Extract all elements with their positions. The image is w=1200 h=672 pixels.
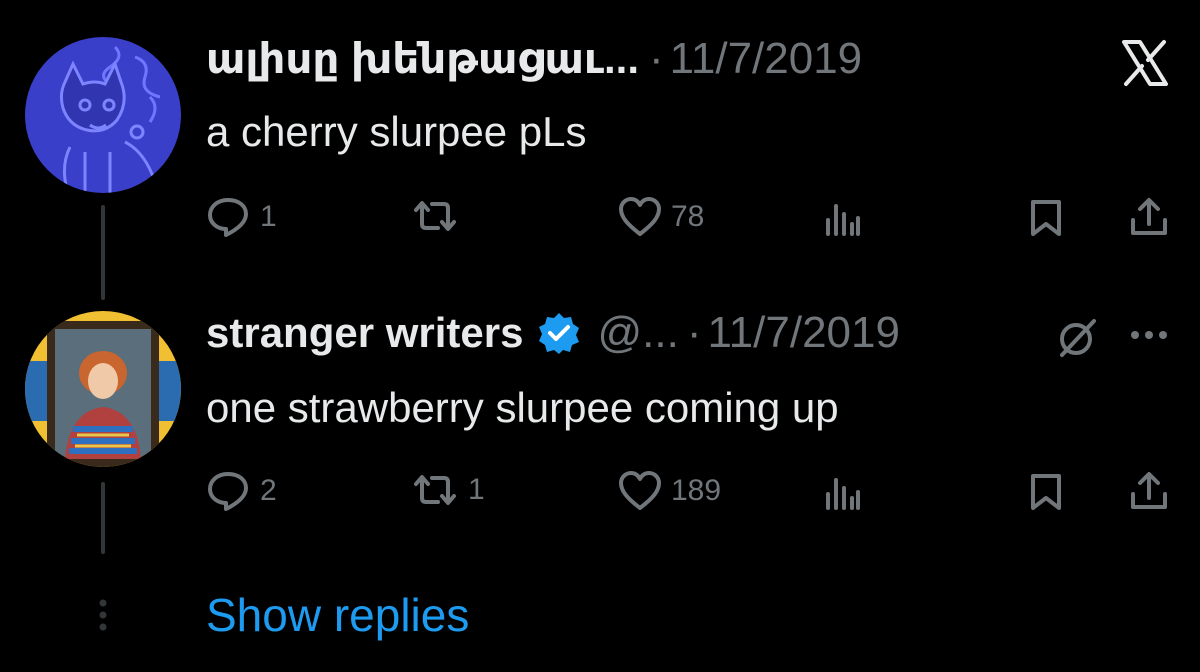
ellipsis-icon: [1131, 331, 1167, 339]
share-icon: [1131, 472, 1167, 509]
heart-icon: [617, 196, 663, 238]
share-icon: [1131, 198, 1167, 235]
tweet-2-text: one strawberry slurpee coming up: [206, 384, 839, 431]
tweet-2-reply-count: 2: [260, 474, 277, 507]
tweet-2-author-name[interactable]: stranger writers: [206, 308, 523, 358]
views-chart-icon: [826, 204, 860, 236]
tweet-1-text: a cherry slurpee pLs: [206, 108, 587, 155]
tweet-1-retweet-button[interactable]: [410, 196, 468, 236]
retweet-icon: [410, 470, 460, 510]
tweet-2-separator: ·: [686, 308, 702, 357]
tweet-1-views-button[interactable]: [822, 200, 862, 236]
tweet-2-share-button[interactable]: [1128, 470, 1170, 512]
verified-badge-icon: [537, 311, 581, 355]
tweet-2-like-count: 189: [671, 474, 722, 507]
tweet-1-reply-count: 1: [260, 200, 277, 233]
grok-button[interactable]: [1054, 315, 1100, 361]
tweet-1-avatar[interactable]: [25, 37, 181, 193]
bookmark-icon: [1031, 474, 1061, 510]
close-button[interactable]: [1120, 38, 1170, 88]
tweet-1-author-name[interactable]: ալիսը խենթացաւ...: [206, 34, 639, 84]
tweet-2-date[interactable]: 11/7/2019: [707, 308, 899, 358]
tweet-2-handle[interactable]: @...: [597, 308, 678, 358]
bookmark-icon: [1031, 200, 1061, 236]
tweet-1-like-button[interactable]: 78: [617, 196, 704, 238]
tweet-1-header: ալիսը խենթացաւ... · 11/7/2019: [206, 34, 862, 84]
cartoon-cat-avatar-icon: [25, 37, 181, 193]
vertical-dots-icon: [97, 598, 109, 632]
tweet-1-like-count: 78: [671, 200, 705, 233]
heart-icon: [617, 470, 663, 512]
thread-line-1: [101, 205, 105, 300]
tweet-2-views-button[interactable]: [822, 474, 862, 510]
views-chart-icon: [826, 478, 860, 510]
tweet-1-separator: ·: [649, 34, 664, 83]
reply-icon: [206, 196, 252, 238]
tweet-2-like-button[interactable]: 189: [617, 470, 721, 512]
more-options-button[interactable]: [1128, 328, 1170, 342]
portrait-avatar-icon: [25, 311, 181, 467]
tweet-1-bookmark-button[interactable]: [1028, 198, 1064, 238]
tweet-2-bookmark-button[interactable]: [1028, 472, 1064, 512]
reply-icon: [206, 470, 252, 512]
thread-line-2: [101, 482, 105, 554]
tweet-2-reply-button[interactable]: 2: [206, 470, 277, 512]
tweet-1-date[interactable]: 11/7/2019: [670, 34, 862, 84]
tweet-2-retweet-button[interactable]: 1: [410, 470, 485, 510]
retweet-icon: [410, 196, 460, 236]
tweet-2-retweet-count: 1: [468, 473, 485, 506]
tweet-2-header: stranger writers @... · 11/7/2019: [206, 308, 900, 358]
tweet-2-avatar[interactable]: [25, 311, 181, 467]
x-logo-icon: [1122, 40, 1168, 86]
tweet-1-reply-button[interactable]: 1: [206, 196, 277, 238]
slash-circle-icon: [1060, 319, 1096, 357]
show-replies-link[interactable]: Show replies: [206, 587, 469, 643]
tweet-1-share-button[interactable]: [1128, 196, 1170, 238]
